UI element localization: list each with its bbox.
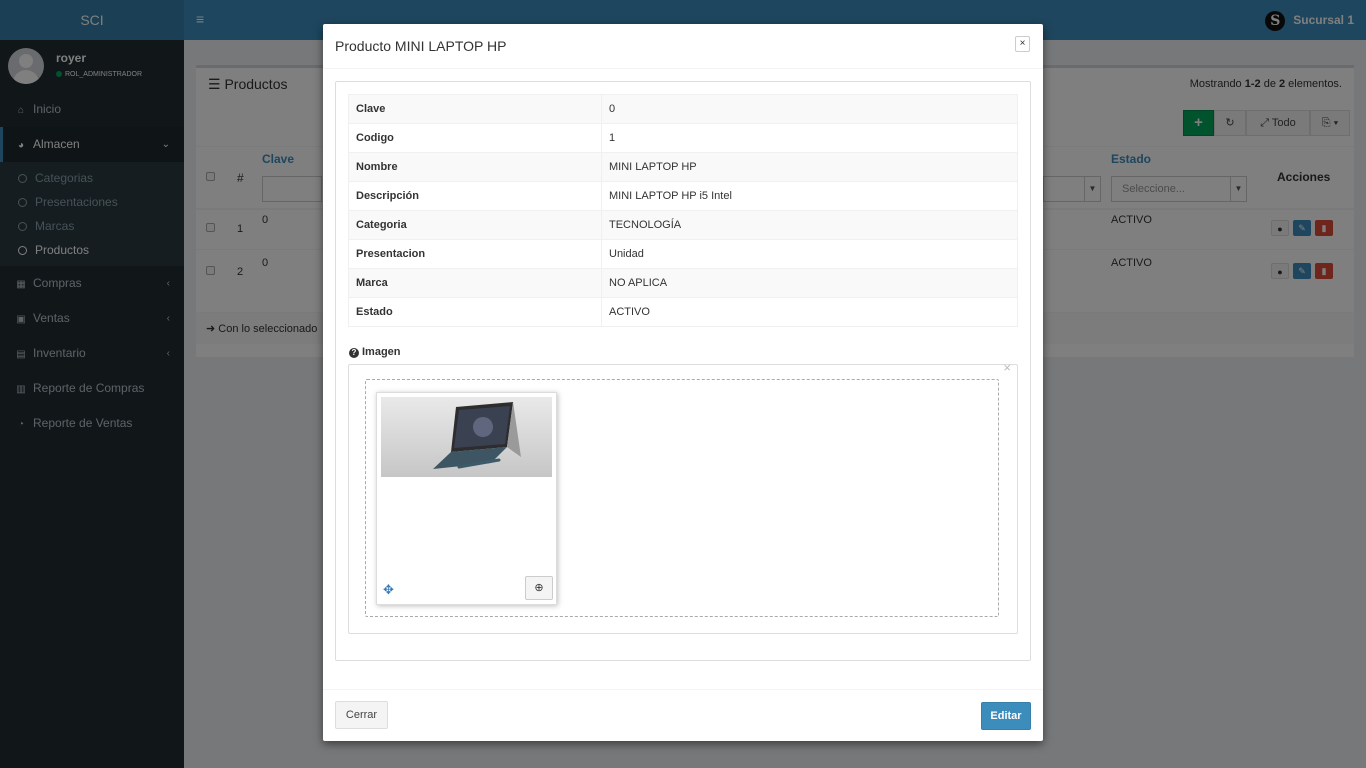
field-value: ACTIVO — [601, 297, 1018, 327]
field-key: Estado — [348, 297, 602, 327]
table-row: Nombre MINI LAPTOP HP — [348, 152, 1018, 182]
field-value: 1 — [601, 123, 1018, 153]
field-value: MINI LAPTOP HP — [601, 152, 1018, 182]
file-input-panel: × ✥ ⊕ — [348, 360, 1018, 634]
table-row: Presentacion Unidad — [348, 239, 1018, 269]
field-key: Marca — [348, 268, 602, 298]
laptop-image — [433, 402, 521, 469]
modal-footer: Cerrar Editar — [323, 689, 1043, 741]
image-label: ? Imagen — [349, 346, 401, 358]
field-value: 0 — [601, 94, 1018, 124]
field-value: TECNOLOGÍA — [601, 210, 1018, 240]
field-value: NO APLICA — [601, 268, 1018, 298]
field-key: Categoria — [348, 210, 602, 240]
editar-button[interactable]: Editar — [981, 702, 1031, 730]
cerrar-button[interactable]: Cerrar — [335, 701, 388, 729]
table-row: Categoria TECNOLOGÍA — [348, 210, 1018, 240]
product-image — [381, 397, 552, 477]
question-circle-icon: ? — [349, 348, 359, 358]
field-key: Presentacion — [348, 239, 602, 269]
image-thumbnail[interactable]: ✥ ⊕ — [376, 392, 557, 605]
modal-title: Producto MINI LAPTOP HP — [335, 38, 507, 54]
detail-panel: Clave 0 Codigo 1 Nombre MINI LAPTOP HP Desc… — [335, 81, 1031, 661]
file-drop-zone[interactable]: ✥ ⊕ — [365, 379, 999, 617]
product-details-table: Clave 0 Codigo 1 Nombre MINI LAPTOP HP Desc… — [348, 94, 1018, 327]
product-detail-modal: Producto MINI LAPTOP HP × Clave 0 Codigo 1… — [323, 24, 1043, 741]
table-row: Clave 0 — [348, 94, 1018, 124]
zoom-in-icon: ⊕ — [534, 582, 544, 594]
field-key: Nombre — [348, 152, 602, 182]
field-key: Codigo — [348, 123, 602, 153]
table-row: Codigo 1 — [348, 123, 1018, 153]
field-key: Descripción — [348, 181, 602, 211]
field-value: MINI LAPTOP HP i5 Intel — [601, 181, 1018, 211]
field-key: Clave — [348, 94, 602, 124]
close-button[interactable]: × — [1015, 36, 1030, 52]
modal-header: Producto MINI LAPTOP HP × — [323, 24, 1043, 69]
table-row: Descripción MINI LAPTOP HP i5 Intel — [348, 181, 1018, 211]
table-row: Marca NO APLICA — [348, 268, 1018, 298]
table-row: Estado ACTIVO — [348, 297, 1018, 327]
remove-file-icon[interactable]: × — [1003, 360, 1011, 375]
move-icon[interactable]: ✥ — [383, 582, 394, 598]
zoom-button[interactable]: ⊕ — [525, 576, 553, 600]
field-value: Unidad — [601, 239, 1018, 269]
